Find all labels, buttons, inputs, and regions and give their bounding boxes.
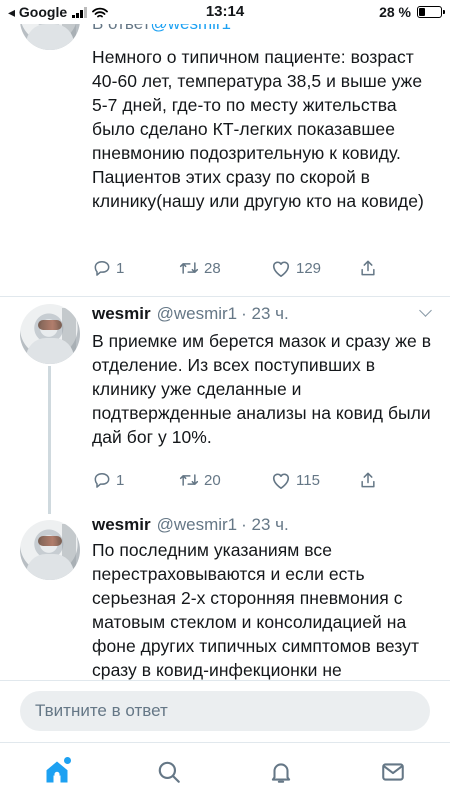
like-count: 115 bbox=[296, 471, 320, 489]
parent-tweet[interactable]: В ответ @wesmir1 Немного о типичном паци… bbox=[0, 0, 450, 296]
battery-icon bbox=[417, 6, 445, 18]
messages-icon bbox=[382, 763, 404, 781]
tab-bar bbox=[0, 742, 450, 800]
like-count: 129 bbox=[296, 259, 322, 277]
share-icon bbox=[361, 472, 375, 488]
chevron-down-icon[interactable] bbox=[419, 304, 432, 317]
tweet-header: wesmir @wesmir1 · 23 ч. bbox=[92, 515, 430, 535]
status-bar: ◂ Google 13:14 28 % bbox=[0, 0, 450, 24]
new-content-dot bbox=[64, 757, 71, 764]
thread-line bbox=[48, 366, 51, 514]
reply-button[interactable]: 1 bbox=[92, 256, 124, 280]
tweet-text: Немного о типичном пациенте: возраст 40-… bbox=[92, 47, 424, 211]
avatar[interactable] bbox=[20, 304, 80, 364]
notifications-icon bbox=[271, 763, 291, 783]
share-icon bbox=[361, 260, 375, 276]
battery-percent: 28 % bbox=[379, 4, 411, 20]
retweet-icon bbox=[179, 474, 199, 486]
reply-input[interactable]: Твитните в ответ bbox=[20, 691, 430, 731]
display-name[interactable]: wesmir bbox=[92, 515, 151, 535]
tweet[interactable]: wesmir @wesmir1 · 23 ч. В приемке им бер… bbox=[0, 296, 450, 514]
reply-count: 1 bbox=[116, 259, 125, 277]
tweet-text: В приемке им берется мазок и сразу же в … bbox=[92, 331, 432, 447]
reply-count: 1 bbox=[116, 471, 125, 489]
tweet-time: · 23 ч. bbox=[241, 515, 289, 534]
heart-icon bbox=[272, 261, 290, 277]
like-button[interactable]: 115 bbox=[270, 468, 320, 492]
display-name[interactable]: wesmir bbox=[92, 304, 151, 324]
retweet-button[interactable]: 20 bbox=[178, 468, 221, 492]
avatar[interactable] bbox=[20, 520, 80, 580]
reply-icon bbox=[94, 473, 110, 488]
tab-notifications[interactable] bbox=[266, 757, 296, 787]
search-icon bbox=[158, 761, 180, 783]
user-handle[interactable]: @wesmir1 bbox=[157, 304, 238, 324]
tab-messages[interactable] bbox=[378, 757, 408, 787]
like-button[interactable]: 129 bbox=[270, 256, 321, 280]
heart-icon bbox=[272, 473, 290, 489]
share-button[interactable] bbox=[358, 468, 378, 492]
tweet-time: · 23 ч. bbox=[241, 304, 289, 323]
battery-fill bbox=[419, 8, 425, 16]
reply-icon bbox=[94, 261, 110, 276]
tweet[interactable]: wesmir @wesmir1 · 23 ч. По последним ука… bbox=[0, 514, 450, 680]
tab-home[interactable] bbox=[42, 757, 72, 787]
tweet-actions: 1 28 129 bbox=[92, 256, 392, 280]
share-button[interactable] bbox=[358, 256, 378, 280]
tweet-header: wesmir @wesmir1 · 23 ч. bbox=[92, 304, 432, 324]
tab-search[interactable] bbox=[154, 757, 184, 787]
retweet-count: 28 bbox=[204, 259, 221, 277]
user-handle[interactable]: @wesmir1 bbox=[157, 515, 238, 535]
retweet-button[interactable]: 28 bbox=[178, 256, 221, 280]
retweet-icon bbox=[179, 262, 199, 274]
retweet-count: 20 bbox=[204, 471, 221, 489]
tweet-actions: 1 20 115 bbox=[92, 468, 392, 492]
reply-composer: Твитните в ответ bbox=[0, 680, 450, 742]
tweet-feed[interactable]: В ответ @wesmir1 Немного о типичном паци… bbox=[0, 0, 450, 680]
reply-button[interactable]: 1 bbox=[92, 468, 124, 492]
tweet-text: По последним указаниям все перестраховыв… bbox=[92, 540, 420, 680]
